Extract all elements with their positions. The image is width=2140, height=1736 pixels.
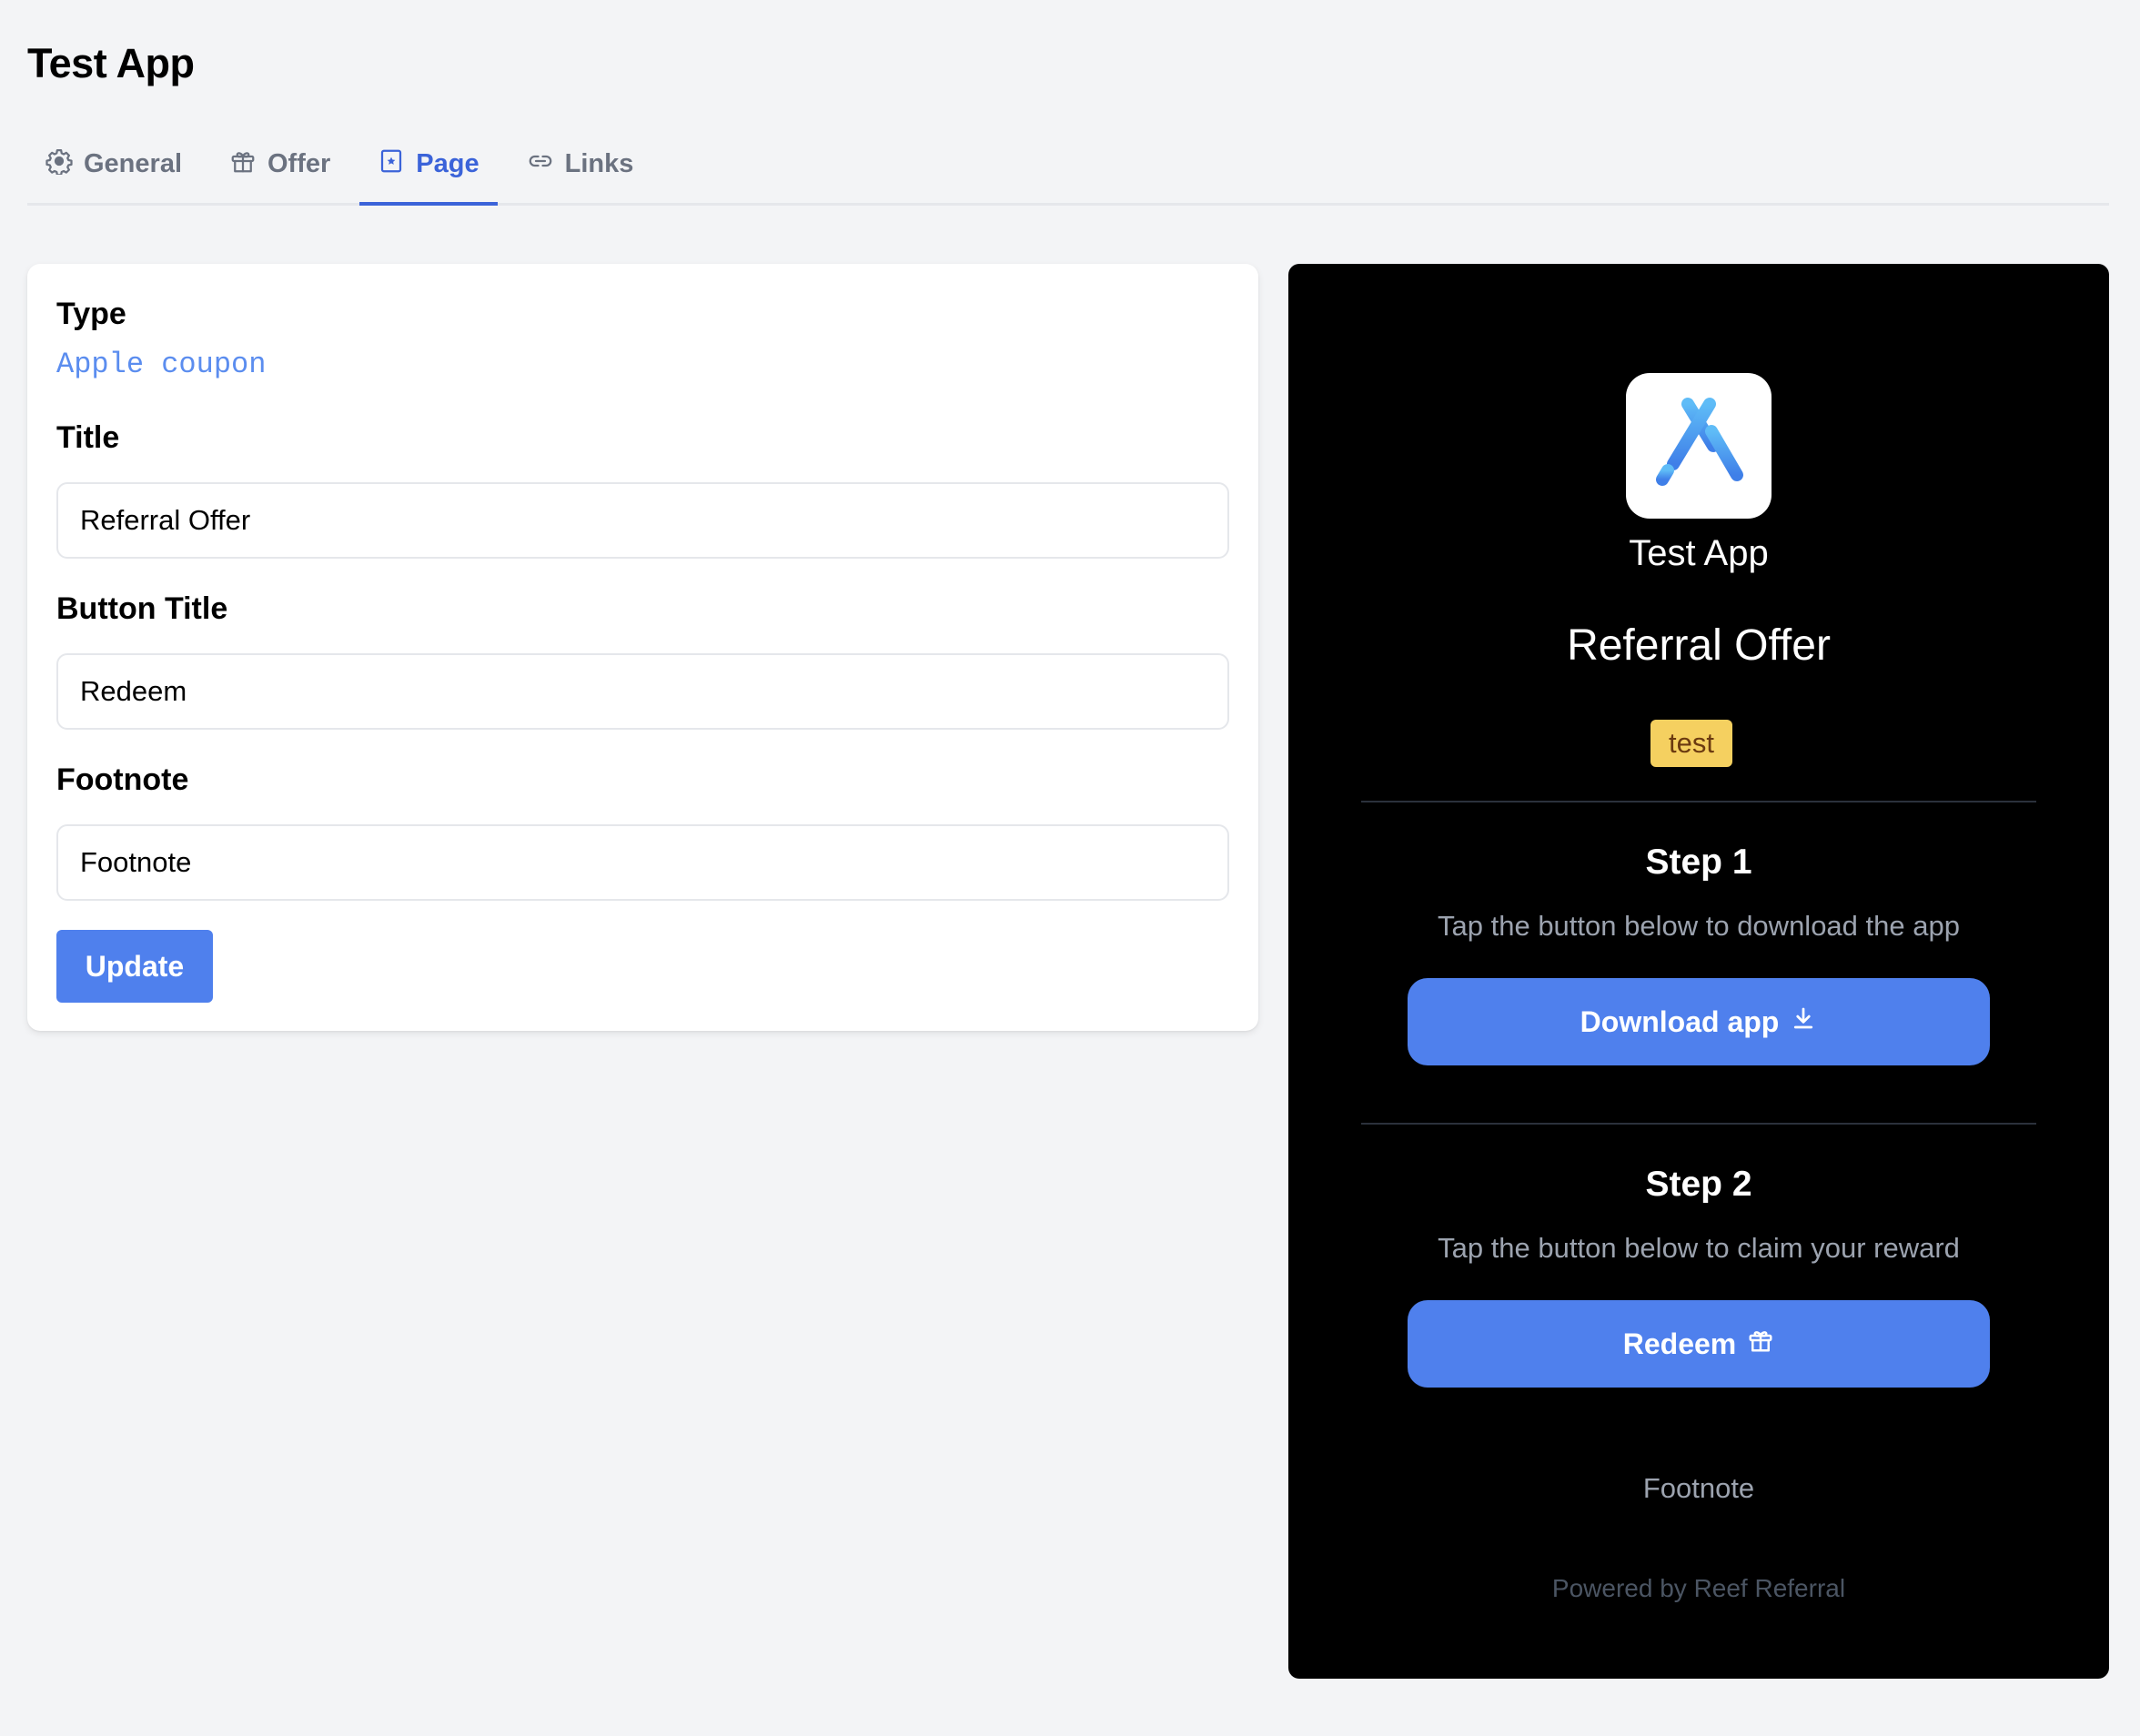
tab-general[interactable]: General	[27, 126, 200, 203]
tab-label: Page	[416, 149, 479, 178]
redeem-button[interactable]: Redeem	[1408, 1300, 1990, 1388]
link-icon	[527, 147, 565, 182]
page-preview: Test App Referral Offer test Step 1 Tap …	[1288, 264, 2109, 1679]
title-input[interactable]	[56, 482, 1229, 559]
divider	[1361, 1123, 2036, 1125]
type-value: Apple coupon	[56, 348, 267, 381]
preview-footnote: Footnote	[1642, 1472, 1755, 1504]
step-2-title: Step 2	[1645, 1165, 1752, 1204]
app-store-icon	[1626, 373, 1772, 519]
step-2-description: Tap the button below to claim your rewar…	[1438, 1232, 1960, 1264]
divider	[1361, 801, 2036, 802]
test-badge: test	[1650, 720, 1732, 767]
download-icon	[1779, 1004, 1817, 1039]
title-label: Title	[56, 420, 120, 455]
powered-by-text: Powered by Reef Referral	[1551, 1574, 1846, 1602]
button-title-label: Button Title	[56, 591, 228, 626]
type-label: Type	[56, 297, 126, 331]
update-button[interactable]: Update	[56, 930, 213, 1003]
tab-bar: General Offer Page Links	[27, 126, 2109, 206]
download-app-button[interactable]: Download app	[1408, 978, 1990, 1065]
tab-label: Links	[564, 149, 634, 178]
page-settings-form: Type Apple coupon Title Button Title Foo…	[27, 264, 1258, 1031]
tab-offer[interactable]: Offer	[211, 126, 348, 203]
tab-label: General	[84, 149, 182, 178]
gear-icon	[45, 147, 84, 182]
footnote-input[interactable]	[56, 824, 1229, 901]
star-square-icon	[378, 147, 416, 182]
preview-app-name: Test App	[1629, 533, 1769, 573]
step-1-title: Step 1	[1645, 843, 1752, 882]
gift-icon	[229, 147, 268, 182]
tab-page[interactable]: Page	[359, 126, 498, 206]
download-app-label: Download app	[1580, 1004, 1780, 1038]
gift-icon	[1736, 1327, 1774, 1361]
preview-title: Referral Offer	[1567, 621, 1831, 670]
tab-links[interactable]: Links	[509, 126, 652, 203]
page-title: Test App	[27, 40, 195, 86]
button-title-input[interactable]	[56, 653, 1229, 730]
footnote-label: Footnote	[56, 762, 189, 797]
tab-label: Offer	[268, 149, 331, 178]
redeem-label: Redeem	[1622, 1327, 1737, 1360]
step-1-description: Tap the button below to download the app	[1438, 910, 1960, 942]
